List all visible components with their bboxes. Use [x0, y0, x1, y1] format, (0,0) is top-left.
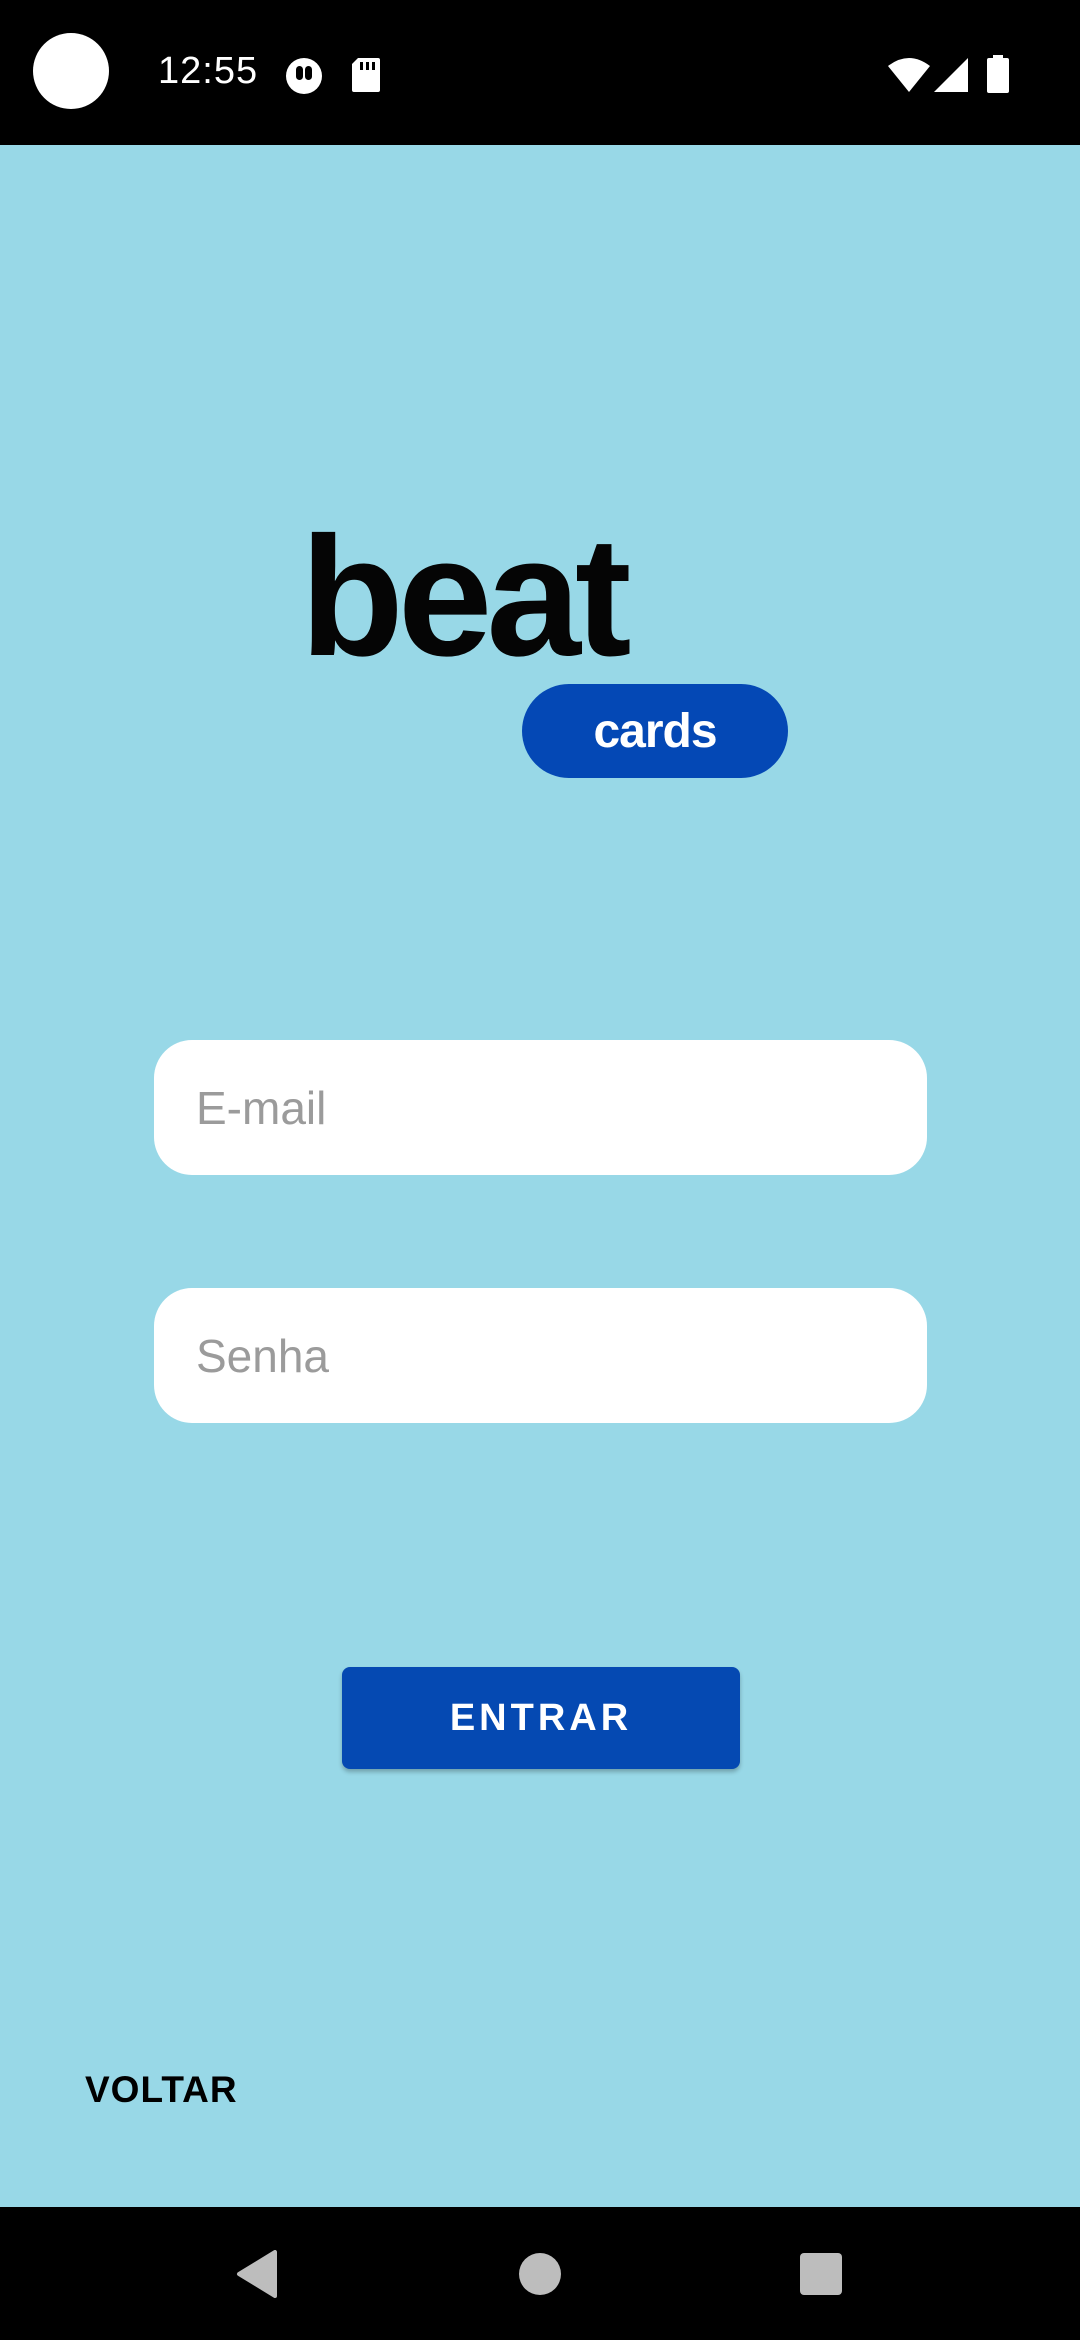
back-text-button[interactable]: VOLTAR: [85, 2069, 238, 2111]
phone-screen: 12:55 beat cards E-mail ENTRAR VOLTAR: [0, 0, 1080, 2340]
logo-wordmark: beat: [300, 502, 632, 692]
email-field[interactable]: [154, 1040, 927, 1175]
nav-recents-icon[interactable]: [741, 2207, 901, 2340]
wifi-icon: [888, 58, 930, 97]
password-input[interactable]: [154, 1288, 927, 1423]
logo-badge-text: cards: [593, 704, 717, 758]
status-time: 12:55: [158, 50, 259, 92]
nav-home-icon[interactable]: [460, 2207, 620, 2340]
login-screen: beat cards ENTRAR VOLTAR: [0, 145, 1080, 2207]
record-icon: [285, 57, 323, 100]
sd-card-icon: [352, 58, 380, 97]
battery-icon: [987, 55, 1009, 98]
camera-cutout: [33, 33, 109, 109]
email-input[interactable]: [154, 1040, 927, 1175]
enter-button[interactable]: ENTRAR: [342, 1667, 740, 1769]
nav-back-icon[interactable]: [177, 2207, 337, 2340]
status-bar: 12:55: [0, 0, 1080, 145]
navigation-bar: [0, 2207, 1080, 2340]
signal-icon: [934, 58, 968, 97]
logo-badge: cards: [522, 684, 788, 778]
password-field[interactable]: [154, 1288, 927, 1423]
